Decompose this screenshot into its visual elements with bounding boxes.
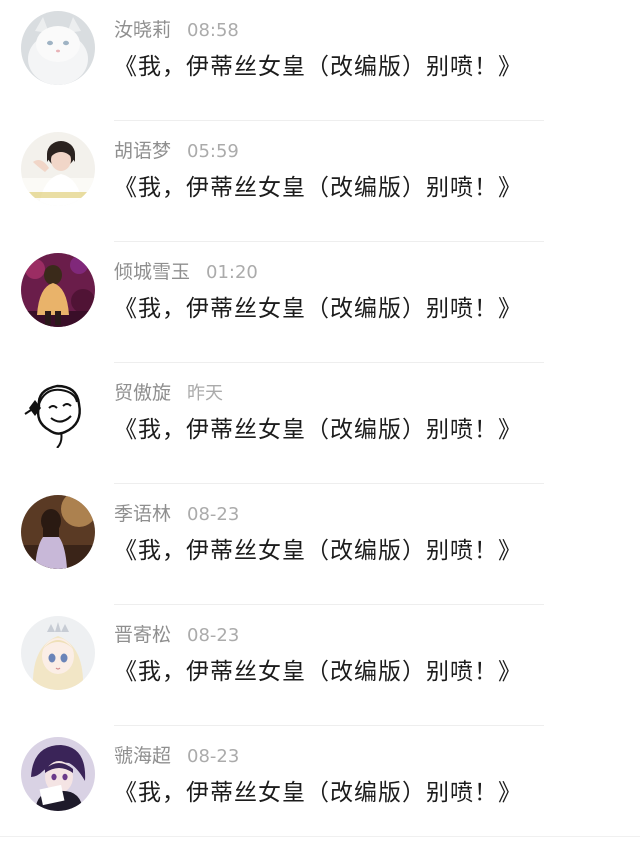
comment-time: 05:59 (187, 141, 239, 162)
comment-text[interactable]: 《我，伊蒂丝女皇（改编版）别喷！》 (114, 413, 522, 447)
sunset-girl-avatar-icon[interactable] (21, 495, 95, 569)
night-photo-avatar-icon[interactable] (21, 253, 95, 327)
comment-meta: 倾城雪玉 01:20 (114, 258, 258, 286)
user-name[interactable]: 倾城雪玉 (114, 261, 190, 283)
comment-item[interactable]: 胡语梦 05:59 《我，伊蒂丝女皇（改编版）别喷！》 (0, 121, 640, 242)
comment-meta: 虢海超 08-23 (114, 742, 239, 770)
comment-time: 08-23 (187, 746, 240, 767)
comment-meta: 贸傲旋 昨天 (114, 379, 223, 407)
comment-item[interactable]: 晋寄松 08-23 《我，伊蒂丝女皇（改编版）别喷！》 (0, 605, 640, 726)
comment-item[interactable]: 季语林 08-23 《我，伊蒂丝女皇（改编版）别喷！》 (0, 484, 640, 605)
bottom-divider (0, 836, 640, 837)
comment-item[interactable]: 汝晓莉 08:58 《我，伊蒂丝女皇（改编版）别喷！》 (0, 0, 640, 121)
user-name[interactable]: 汝晓莉 (114, 19, 171, 41)
anime-boy-avatar-icon[interactable] (21, 737, 95, 811)
comment-time: 08:58 (187, 20, 239, 41)
comment-item[interactable]: 虢海超 08-23 《我，伊蒂丝女皇（改编版）别喷！》 (0, 726, 640, 847)
girl-photo-avatar-icon[interactable] (21, 132, 95, 206)
comment-time: 08-23 (187, 625, 240, 646)
comment-time: 昨天 (187, 383, 224, 404)
comment-item[interactable]: 贸傲旋 昨天 《我，伊蒂丝女皇（改编版）别喷！》 (0, 363, 640, 484)
comment-item[interactable]: 倾城雪玉 01:20 《我，伊蒂丝女皇（改编版）别喷！》 (0, 242, 640, 363)
comment-meta: 汝晓莉 08:58 (114, 16, 239, 44)
user-name[interactable]: 胡语梦 (114, 140, 171, 162)
user-name[interactable]: 晋寄松 (114, 624, 171, 646)
comment-text[interactable]: 《我，伊蒂丝女皇（改编版）别喷！》 (114, 655, 522, 689)
comment-meta: 晋寄松 08-23 (114, 621, 239, 649)
comment-text[interactable]: 《我，伊蒂丝女皇（改编版）别喷！》 (114, 534, 522, 568)
comment-text[interactable]: 《我，伊蒂丝女皇（改编版）别喷！》 (114, 171, 522, 205)
comment-time: 01:20 (206, 262, 258, 283)
anime-princess-avatar-icon[interactable] (21, 616, 95, 690)
comment-list: 汝晓莉 08:58 《我，伊蒂丝女皇（改编版）别喷！》 胡语梦 05:59 《我，伊… (0, 0, 640, 847)
comment-meta: 胡语梦 05:59 (114, 137, 239, 165)
user-name[interactable]: 贸傲旋 (114, 382, 171, 404)
comment-text[interactable]: 《我，伊蒂丝女皇（改编版）别喷！》 (114, 292, 522, 326)
comment-text[interactable]: 《我，伊蒂丝女皇（改编版）别喷！》 (114, 776, 522, 810)
white-cat-avatar-icon[interactable] (21, 11, 95, 85)
comment-text[interactable]: 《我，伊蒂丝女皇（改编版）别喷！》 (114, 50, 522, 84)
user-name[interactable]: 季语林 (114, 503, 171, 525)
comment-time: 08-23 (187, 504, 240, 525)
comment-meta: 季语林 08-23 (114, 500, 239, 528)
user-name[interactable]: 虢海超 (114, 745, 171, 767)
cartoon-face-avatar-icon[interactable] (21, 374, 95, 448)
